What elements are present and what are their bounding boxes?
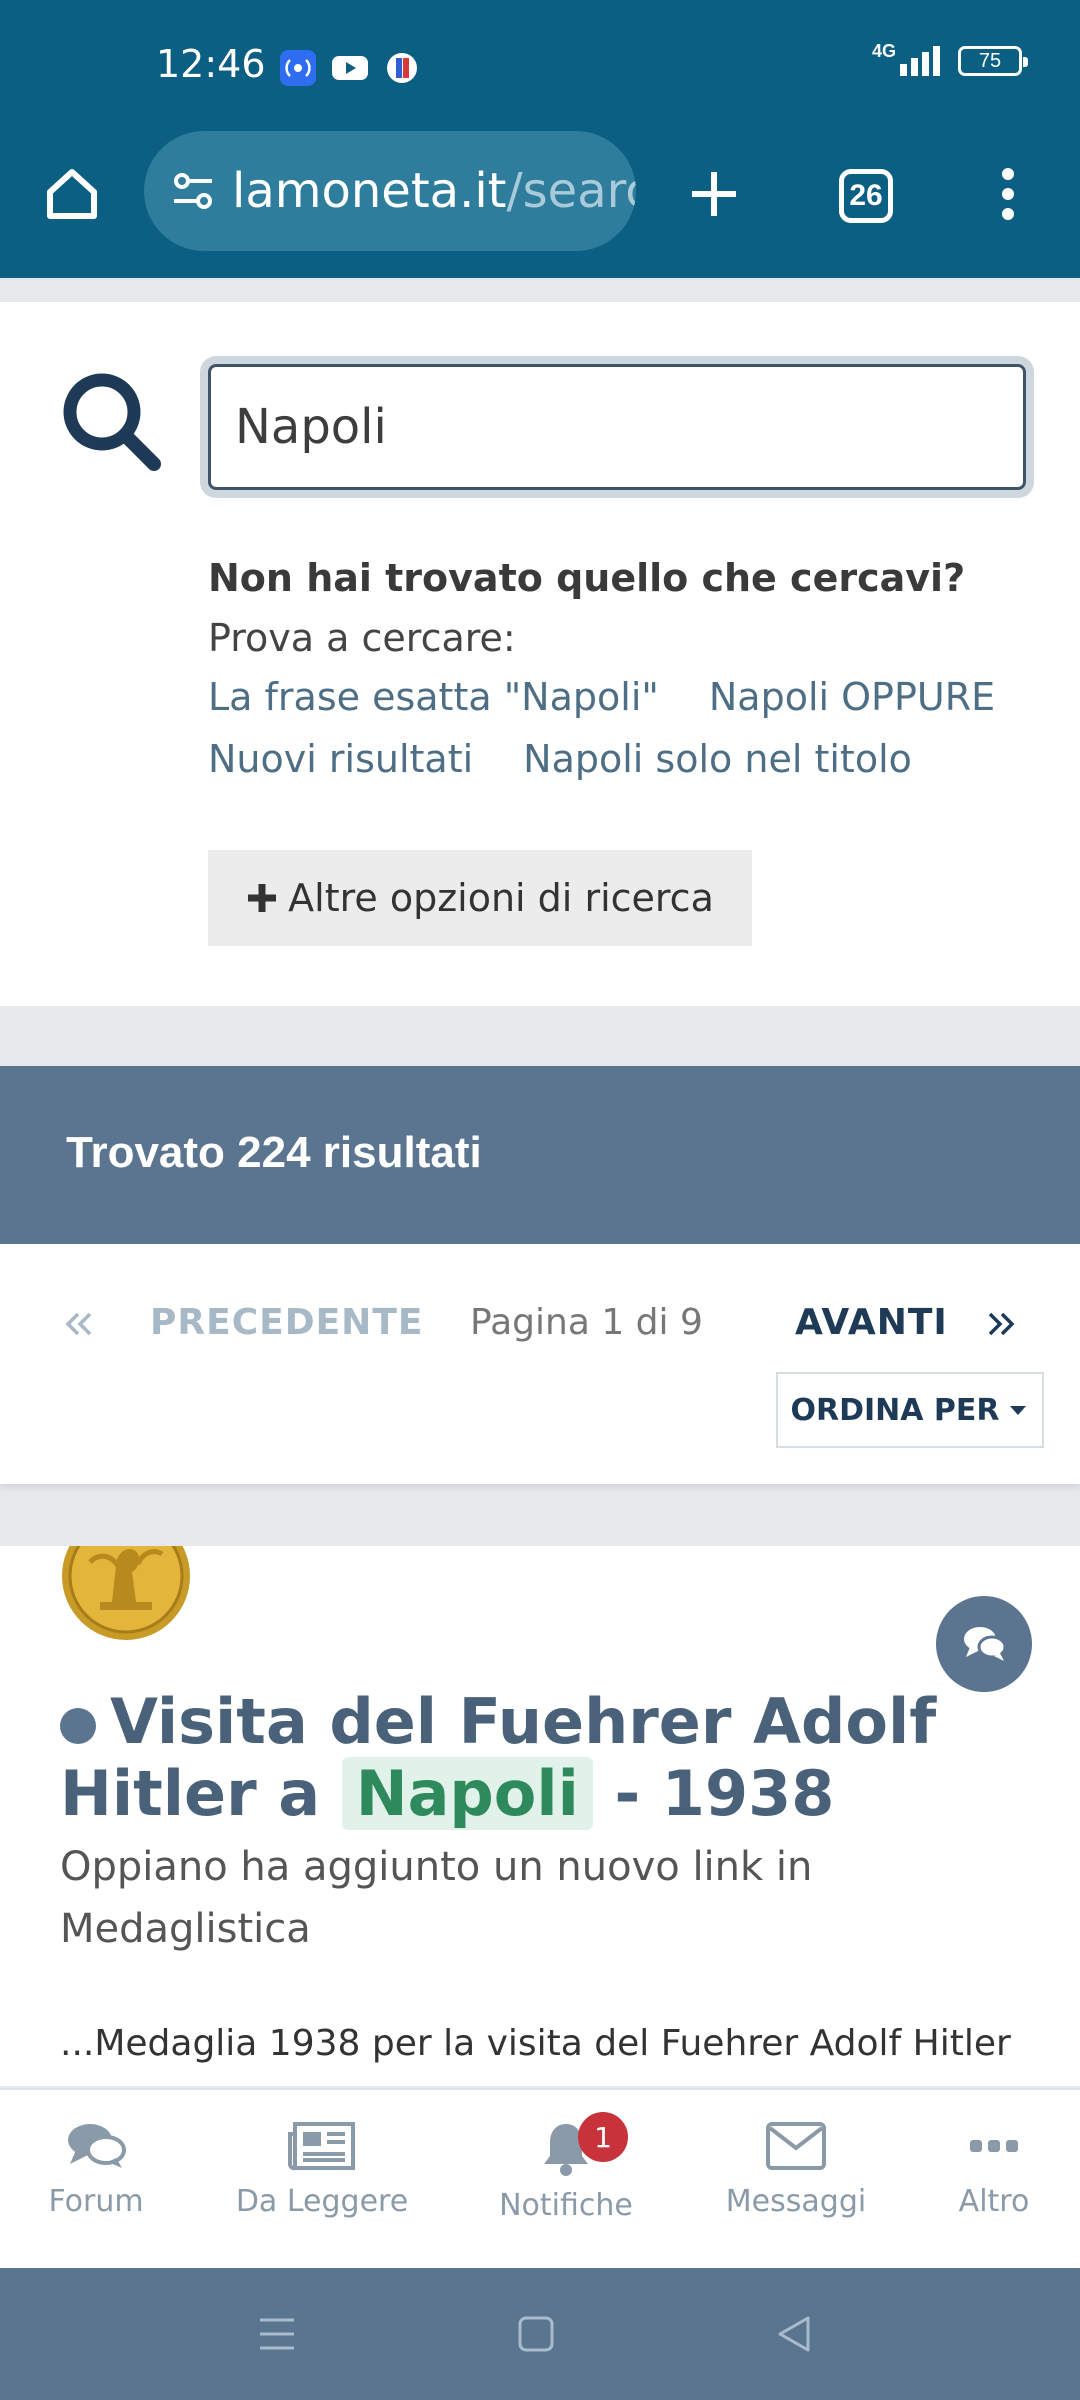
app-icon	[384, 50, 420, 86]
home-button[interactable]	[36, 158, 108, 230]
nav-messaggi-label: Messaggi	[725, 2184, 867, 2219]
nav-notifiche-label: Notifiche	[499, 2188, 633, 2223]
network-type: 4G	[871, 40, 896, 61]
home-icon	[47, 169, 97, 219]
site-settings-icon	[174, 173, 212, 209]
youtube-icon	[330, 50, 368, 86]
results-count-title: Trovato 224 risultati	[66, 1128, 482, 1177]
last-page-icon[interactable]	[986, 1308, 1018, 1340]
status-time: 12:46	[156, 42, 266, 86]
search-input[interactable]: Napoli	[208, 364, 1026, 490]
nav-forum[interactable]: Forum	[0, 2120, 196, 2219]
results-header: Trovato 224 risultati	[0, 1066, 1080, 1244]
back-icon[interactable]	[774, 2314, 814, 2354]
page-info: Pagina 1 di 9	[470, 1302, 703, 1343]
result-snippet: ...Medaglia 1938 per la visita del Fuehr…	[60, 2023, 1011, 2064]
more-options-label: Altre opzioni di ricerca	[288, 876, 714, 920]
medal-avatar[interactable]	[60, 1546, 192, 1642]
hotspot-icon	[280, 50, 316, 86]
unread-dot	[60, 1707, 96, 1744]
nav-messaggi[interactable]: Messaggi	[696, 2120, 896, 2219]
link-or[interactable]: Napoli OPPURE	[709, 675, 995, 719]
link-title-only[interactable]: Napoli solo nel titolo	[523, 737, 912, 781]
nav-forum-label: Forum	[48, 2184, 144, 2219]
nav-da-leggere-label: Da Leggere	[235, 2184, 409, 2219]
recent-apps-icon[interactable]	[256, 2314, 298, 2354]
suggestion-links: La frase esatta "Napoli" Napoli OPPURE Nu…	[208, 666, 1038, 790]
nav-notifiche[interactable]: 1 Notifiche	[466, 2112, 666, 2223]
result-title[interactable]: Visita del Fuehrer Adolf Hitler a Napoli…	[60, 1686, 1030, 1830]
search-card: Napoli Non hai trovato quello che cercav…	[0, 302, 1080, 1006]
pagination: PRECEDENTE Pagina 1 di 9 AVANTI ORDINA P…	[0, 1244, 1080, 1484]
tabs-button[interactable]: 26	[830, 160, 902, 232]
try-search-label: Prova a cercare:	[208, 616, 516, 660]
url-text: lamoneta.it/search	[232, 163, 636, 219]
link-new-results[interactable]: Nuovi risultati	[208, 737, 473, 781]
search-icon	[63, 373, 161, 471]
battery-icon: 75	[958, 46, 1028, 76]
browser-menu-button[interactable]	[972, 158, 1044, 230]
new-tab-icon	[692, 172, 736, 216]
tabs-icon: 26	[839, 169, 893, 223]
not-found-label: Non hai trovato quello che cercavi?	[208, 556, 966, 600]
home-nav-icon[interactable]	[516, 2314, 556, 2354]
more-options-button[interactable]: Altre opzioni di ricerca	[208, 850, 752, 946]
chat-icon	[68, 2124, 126, 2168]
chat-button[interactable]	[936, 1596, 1032, 1692]
first-page-icon[interactable]	[62, 1308, 94, 1340]
new-tab-button[interactable]	[678, 158, 750, 230]
result-subtitle: Oppiano ha aggiunto un nuovo link in Med…	[60, 1844, 813, 1952]
status-bar: 12:46 4G 75	[0, 0, 1080, 130]
url-bar[interactable]: lamoneta.it/search	[144, 131, 636, 251]
nav-altro-label: Altro	[958, 2184, 1030, 2219]
status-right-icons: 4G 75	[871, 40, 1028, 78]
url-domain: lamoneta.it	[232, 163, 507, 219]
plus-icon	[248, 884, 277, 912]
url-path: /search	[506, 163, 636, 219]
result-title-suffix: - 1938	[592, 1757, 835, 1830]
link-exact-phrase[interactable]: La frase esatta "Napoli"	[208, 675, 659, 719]
more-icon	[970, 2140, 1018, 2152]
nav-da-leggere[interactable]: Da Leggere	[222, 2120, 422, 2219]
notification-badge: 1	[578, 2112, 628, 2162]
result-item[interactable]: Visita del Fuehrer Adolf Hitler a Napoli…	[0, 1546, 1080, 2086]
prev-page-button[interactable]: PRECEDENTE	[150, 1302, 423, 1343]
search-suggestion-text: Non hai trovato quello che cercavi? Prov…	[208, 548, 1038, 668]
menu-icon	[1002, 168, 1014, 220]
browser-toolbar: lamoneta.it/search 26	[0, 130, 1080, 278]
caret-down-icon	[1009, 1406, 1026, 1415]
signal-icon	[900, 46, 940, 76]
newspaper-icon	[288, 2122, 355, 2171]
chat-icon	[964, 1627, 1007, 1661]
envelope-icon	[766, 2122, 826, 2170]
sort-button[interactable]: ORDINA PER	[776, 1372, 1044, 1448]
nav-altro[interactable]: Altro	[894, 2120, 1080, 2219]
sort-label: ORDINA PER	[790, 1392, 1000, 1428]
system-nav-bar	[0, 2268, 1080, 2400]
next-page-button[interactable]: AVANTI	[795, 1302, 948, 1343]
result-title-highlight: Napoli	[341, 1757, 593, 1830]
bottom-nav: Forum Da Leggere 1 Notifiche Messaggi Al…	[0, 2088, 1080, 2268]
